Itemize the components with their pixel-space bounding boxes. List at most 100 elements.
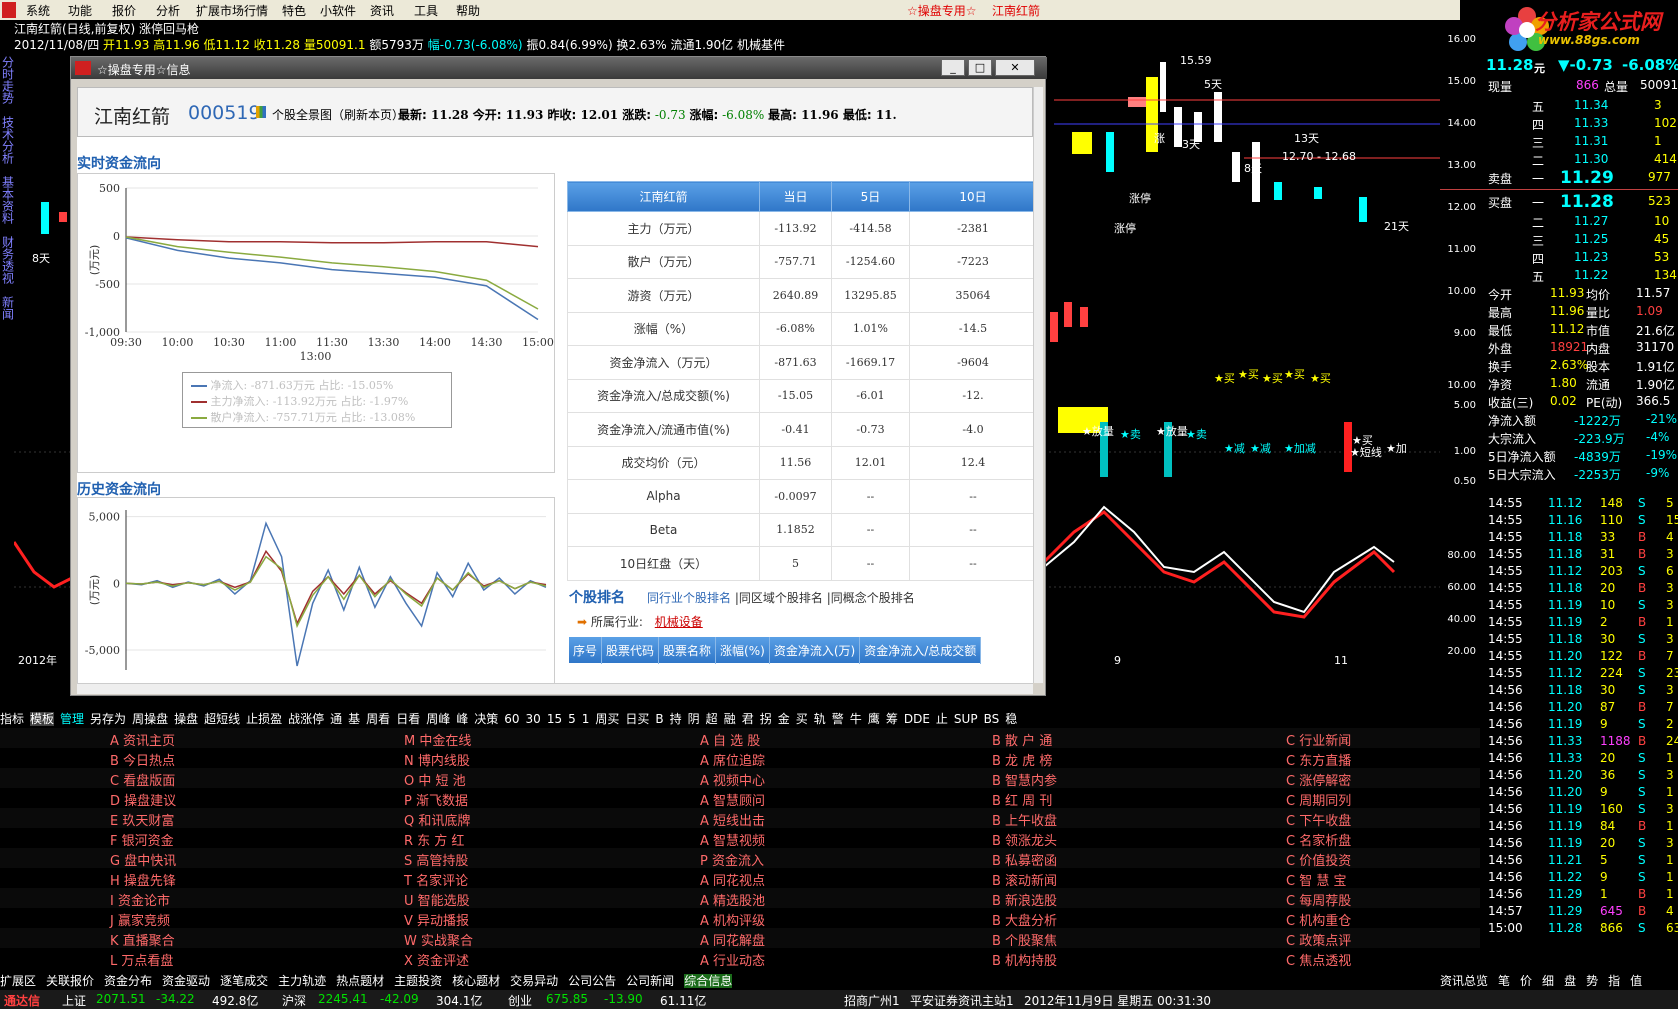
menu-item[interactable]: B 大盘分析: [992, 910, 1057, 929]
menu-item[interactable]: C 每周荐股: [1286, 890, 1351, 909]
menu-item[interactable]: F 银河资金: [110, 830, 174, 849]
footer-tab[interactable]: 关联报价: [46, 974, 94, 988]
menu-item[interactable]: A 智慧顾问: [700, 790, 765, 809]
indicator-tab[interactable]: 1: [582, 712, 590, 726]
app-icon[interactable]: [2, 2, 16, 18]
menu-item[interactable]: B 领涨龙头: [992, 830, 1057, 849]
indicator-tab[interactable]: 5: [568, 712, 576, 726]
menu-item[interactable]: B 新浪选股: [992, 890, 1057, 909]
indicator-tab[interactable]: 操盘: [174, 712, 198, 726]
menu-tools[interactable]: 工具: [414, 2, 438, 19]
indicator-tab[interactable]: 持: [670, 712, 682, 726]
indicator-tab[interactable]: 超短线: [204, 712, 240, 726]
menu-help[interactable]: 帮助: [456, 2, 480, 19]
close-button[interactable]: ✕: [995, 59, 1035, 76]
indicator-tab[interactable]: 稳: [1005, 712, 1017, 726]
indicator-tab[interactable]: 模板: [30, 712, 55, 726]
menu-item[interactable]: P 资金流入: [700, 850, 764, 869]
menu-item[interactable]: B 上午收盘: [992, 810, 1057, 829]
menu-item[interactable]: D 操盘建议: [110, 790, 176, 809]
menu-item[interactable]: A 席位追踪: [700, 750, 765, 769]
menu-item[interactable]: N 博内线股: [404, 750, 470, 769]
footer-right-tab[interactable]: 盘: [1564, 974, 1576, 988]
footer-tab[interactable]: 逐笔成交: [220, 974, 268, 988]
menu-news[interactable]: 资讯: [370, 2, 394, 19]
menu-item[interactable]: C 机构重仓: [1286, 910, 1351, 929]
menu-item[interactable]: B 私募密函: [992, 850, 1057, 869]
footer-right-tab[interactable]: 价: [1520, 974, 1532, 988]
overview-link[interactable]: 个股全景图（刷新本页）: [272, 106, 404, 123]
indicator-tab[interactable]: 筹: [886, 712, 898, 726]
menu-item[interactable]: A 短线出击: [700, 810, 765, 829]
menu-item[interactable]: A 资讯主页: [110, 730, 175, 749]
indicator-tab[interactable]: 周看: [366, 712, 390, 726]
tab-financials[interactable]: 财务透视: [0, 236, 15, 287]
indicator-tab[interactable]: 战涨停: [288, 712, 324, 726]
menu-item[interactable]: B 今日热点: [110, 750, 175, 769]
vertical-scrollbar[interactable]: [1033, 87, 1043, 683]
menu-item[interactable]: S 高管持股: [404, 850, 468, 869]
indicator-tab[interactable]: 止: [936, 712, 948, 726]
footer-right-tab[interactable]: 值: [1630, 974, 1642, 988]
footer-tab[interactable]: 核心题材: [452, 974, 500, 988]
indicator-tab[interactable]: B: [655, 712, 663, 726]
menu-item[interactable]: A 行业动态: [700, 950, 765, 969]
indicator-tab[interactable]: 买: [796, 712, 808, 726]
menu-system[interactable]: 系统: [26, 2, 50, 19]
footer-right-tab[interactable]: 笔: [1498, 974, 1510, 988]
menu-item[interactable]: H 操盘先锋: [110, 870, 176, 889]
menu-item[interactable]: A 同花解盘: [700, 930, 765, 949]
menu-tools-small[interactable]: 小软件: [320, 2, 356, 19]
tab-tech-analysis[interactable]: 技术分析: [0, 116, 15, 167]
tab-time-chart[interactable]: 分时走势: [0, 56, 15, 107]
menu-item[interactable]: C 东方直播: [1286, 750, 1351, 769]
footer-tab[interactable]: 公司新闻: [626, 974, 674, 988]
indicator-tab[interactable]: 周买: [595, 712, 619, 726]
indicator-tab[interactable]: SUP: [954, 712, 978, 726]
menu-item[interactable]: B 红 周 刊: [992, 790, 1052, 809]
menu-item[interactable]: C 焦点透视: [1286, 950, 1351, 969]
footer-right-tab[interactable]: 细: [1542, 974, 1554, 988]
menu-item[interactable]: K 直播聚合: [110, 930, 175, 949]
indicator-tab[interactable]: 周操盘: [132, 712, 168, 726]
indicator-tab[interactable]: 警: [832, 712, 844, 726]
menu-item[interactable]: C 政策点评: [1286, 930, 1351, 949]
footer-tab[interactable]: 公司公告: [568, 974, 616, 988]
indicator-tab[interactable]: BS: [984, 712, 1000, 726]
footer-right-tab[interactable]: 指: [1608, 974, 1620, 988]
menu-item[interactable]: M 中金在线: [404, 730, 471, 749]
menu-item[interactable]: E 玖天财富: [110, 810, 174, 829]
indicator-tab[interactable]: 另存为: [90, 712, 126, 726]
indicator-tab[interactable]: 轨: [814, 712, 826, 726]
indicator-tab[interactable]: 基: [348, 712, 360, 726]
menu-analysis[interactable]: 分析: [156, 2, 180, 19]
indicator-tab[interactable]: 周峰: [426, 712, 450, 726]
menu-item[interactable]: A 智慧视频: [700, 830, 765, 849]
menu-item[interactable]: B 散 户 通: [992, 730, 1052, 749]
menu-item[interactable]: W 实战聚合: [404, 930, 473, 949]
menu-item[interactable]: A 机构评级: [700, 910, 765, 929]
menu-item[interactable]: P 渐飞数据: [404, 790, 468, 809]
menu-item[interactable]: A 自 选 股: [700, 730, 760, 749]
indicator-tab[interactable]: 金: [778, 712, 790, 726]
menu-ext-market[interactable]: 扩展市场行情: [196, 2, 268, 19]
indicator-tab[interactable]: 指标: [0, 712, 24, 726]
indicator-tab[interactable]: 60: [504, 712, 519, 726]
menu-item[interactable]: A 精选股池: [700, 890, 765, 909]
menu-item[interactable]: O 中 短 池: [404, 770, 466, 789]
menu-item[interactable]: B 个股聚焦: [992, 930, 1057, 949]
menu-item[interactable]: C 智 慧 宝: [1286, 870, 1346, 889]
indicator-tab[interactable]: 牛: [850, 712, 862, 726]
footer-tab[interactable]: 综合信息: [684, 974, 733, 988]
menu-item[interactable]: A 同花视点: [700, 870, 765, 889]
horizontal-scrollbar[interactable]: [77, 683, 1033, 694]
footer-tab[interactable]: 交易异动: [510, 974, 558, 988]
indicator-tab[interactable]: 拐: [760, 712, 772, 726]
menu-item[interactable]: C 行业新闻: [1286, 730, 1351, 749]
menu-item[interactable]: L 万点看盘: [110, 950, 173, 969]
menu-item[interactable]: J 赢家竞频: [110, 910, 170, 929]
footer-tab[interactable]: 主力轨迹: [278, 974, 326, 988]
indicator-tab[interactable]: 通: [330, 712, 342, 726]
indicator-tab[interactable]: 15: [547, 712, 562, 726]
menu-item[interactable]: I 资金论市: [110, 890, 170, 909]
